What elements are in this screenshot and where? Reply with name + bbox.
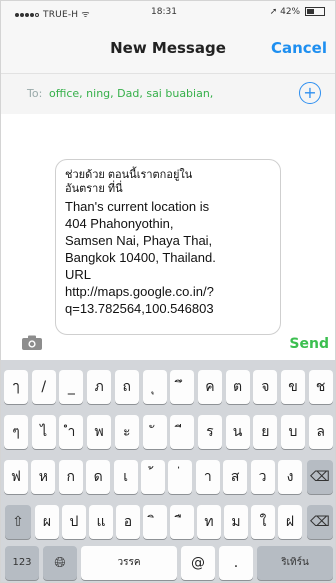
message-area: ช่วยด้วย ตอนนี้เราตกอยู่ใน อันตราย ที่นี… bbox=[1, 114, 335, 360]
carrier: TRUE-H ᯤ bbox=[15, 7, 90, 20]
key-row1-5[interactable]: ุ bbox=[142, 370, 167, 404]
key-row2-9[interactable]: ย bbox=[253, 415, 278, 449]
key-row1-0[interactable]: ๅ bbox=[4, 370, 28, 404]
battery-icon bbox=[305, 7, 325, 16]
keyboard: ๅ/_ภถุึคตจขช ๆไำพะัีรนยบล ⌫ ฟหกดเ้่าสวง … bbox=[1, 360, 335, 582]
key-row3-10[interactable]: ง bbox=[278, 460, 302, 494]
location-icon: ➚ bbox=[269, 7, 278, 17]
key-row3-6[interactable]: ่ bbox=[168, 460, 193, 494]
key-row1-4[interactable]: ถ bbox=[114, 370, 139, 404]
key-row4-9[interactable]: ฝ bbox=[278, 505, 302, 539]
carrier-label: TRUE-H bbox=[43, 10, 79, 20]
recipients-list[interactable]: office, ning, Dad, sai buabian, bbox=[49, 87, 213, 100]
battery: ➚ 42% bbox=[270, 7, 325, 17]
key-row1-10[interactable]: ข bbox=[281, 370, 305, 404]
key-row3-3[interactable]: ด bbox=[86, 460, 111, 494]
send-button[interactable]: Send bbox=[289, 336, 329, 352]
key-row1-3[interactable]: ภ bbox=[87, 370, 112, 404]
message-body-text: Than's current location is 404 Phahonyot… bbox=[65, 199, 216, 316]
key-row-bottom: 123 🌐︎ วรรค @ . ริเทิร์น bbox=[1, 546, 335, 580]
key-row3-5[interactable]: ้ bbox=[141, 460, 165, 494]
key-row4-0[interactable]: ผ bbox=[35, 505, 59, 539]
space-key[interactable]: วรรค bbox=[81, 546, 177, 580]
key-row-3: ⌫ ฟหกดเ้่าสวง bbox=[1, 460, 335, 494]
to-field[interactable]: To: office, ning, Dad, sai buabian, + bbox=[1, 73, 335, 115]
key-row1-7[interactable]: ค bbox=[197, 370, 222, 404]
key-row1-8[interactable]: ต bbox=[225, 370, 250, 404]
numbers-key[interactable]: 123 bbox=[5, 546, 39, 580]
key-row2-1[interactable]: ไ bbox=[31, 415, 56, 449]
wifi-icon: ᯤ bbox=[81, 10, 90, 20]
key-row4-4[interactable]: ิ bbox=[143, 505, 167, 539]
key-row-2: ๆไำพะัีรนยบล bbox=[1, 415, 335, 449]
dot-key[interactable]: . bbox=[219, 546, 253, 580]
signal-icon bbox=[15, 10, 40, 20]
key-row2-4[interactable]: ะ bbox=[114, 415, 139, 449]
key-row2-2[interactable]: ำ bbox=[59, 415, 84, 449]
to-label: To: bbox=[27, 87, 43, 100]
delete-key[interactable]: ⌫ bbox=[307, 460, 333, 494]
key-row-4: ⇧ ⌫ ผปแอิืทมใฝ bbox=[1, 505, 335, 539]
message-input[interactable]: ช่วยด้วย ตอนนี้เราตกอยู่ใน อันตราย ที่นี… bbox=[55, 159, 281, 335]
key-row2-8[interactable]: น bbox=[225, 415, 250, 449]
key-row1-9[interactable]: จ bbox=[253, 370, 278, 404]
add-contact-button[interactable]: + bbox=[299, 82, 321, 104]
key-row2-6[interactable]: ี bbox=[170, 415, 195, 449]
key-row2-3[interactable]: พ bbox=[87, 415, 112, 449]
phone-screen: TRUE-H ᯤ 18:31 ➚ 42% New Message Cancel … bbox=[0, 0, 336, 583]
globe-icon[interactable]: 🌐︎ bbox=[43, 546, 77, 580]
at-key[interactable]: @ bbox=[181, 546, 215, 580]
key-row3-0[interactable]: ฟ bbox=[4, 460, 28, 494]
camera-icon[interactable] bbox=[21, 335, 43, 351]
key-row4-3[interactable]: อ bbox=[116, 505, 140, 539]
key-row3-7[interactable]: า bbox=[195, 460, 220, 494]
key-row3-8[interactable]: ส bbox=[223, 460, 248, 494]
key-row4-1[interactable]: ป bbox=[62, 505, 86, 539]
return-key[interactable]: ริเทิร์น bbox=[257, 546, 333, 580]
key-row3-4[interactable]: เ bbox=[113, 460, 138, 494]
battery-percent: 42% bbox=[280, 7, 301, 17]
cancel-button[interactable]: Cancel bbox=[271, 39, 327, 57]
key-row3-2[interactable]: ก bbox=[58, 460, 83, 494]
key-row3-1[interactable]: ห bbox=[31, 460, 56, 494]
backspace-key[interactable]: ⌫ bbox=[307, 505, 333, 539]
key-row4-2[interactable]: แ bbox=[89, 505, 113, 539]
key-row2-11[interactable]: ล bbox=[308, 415, 333, 449]
key-row-1: ๅ/_ภถุึคตจขช bbox=[1, 370, 335, 404]
key-row2-5[interactable]: ั bbox=[142, 415, 167, 449]
key-row2-0[interactable]: ๆ bbox=[4, 415, 28, 449]
key-row1-11[interactable]: ช bbox=[308, 370, 333, 404]
nav-bar: New Message Cancel bbox=[1, 23, 335, 73]
key-row3-9[interactable]: ว bbox=[250, 460, 275, 494]
key-row2-7[interactable]: ร bbox=[197, 415, 222, 449]
key-row4-6[interactable]: ท bbox=[197, 505, 221, 539]
key-row1-1[interactable]: / bbox=[31, 370, 56, 404]
shift-key[interactable]: ⇧ bbox=[5, 505, 31, 539]
status-time: 18:31 bbox=[151, 7, 177, 17]
message-thai-text: ช่วยด้วย ตอนนี้เราตกอยู่ใน อันตราย ที่นี… bbox=[65, 169, 193, 195]
key-row2-10[interactable]: บ bbox=[281, 415, 305, 449]
key-row4-5[interactable]: ื bbox=[170, 505, 194, 539]
status-bar: TRUE-H ᯤ 18:31 ➚ 42% bbox=[1, 1, 335, 23]
key-row1-6[interactable]: ึ bbox=[170, 370, 195, 404]
key-row4-7[interactable]: ม bbox=[224, 505, 248, 539]
key-row4-8[interactable]: ใ bbox=[251, 505, 275, 539]
key-row1-2[interactable]: _ bbox=[59, 370, 84, 404]
